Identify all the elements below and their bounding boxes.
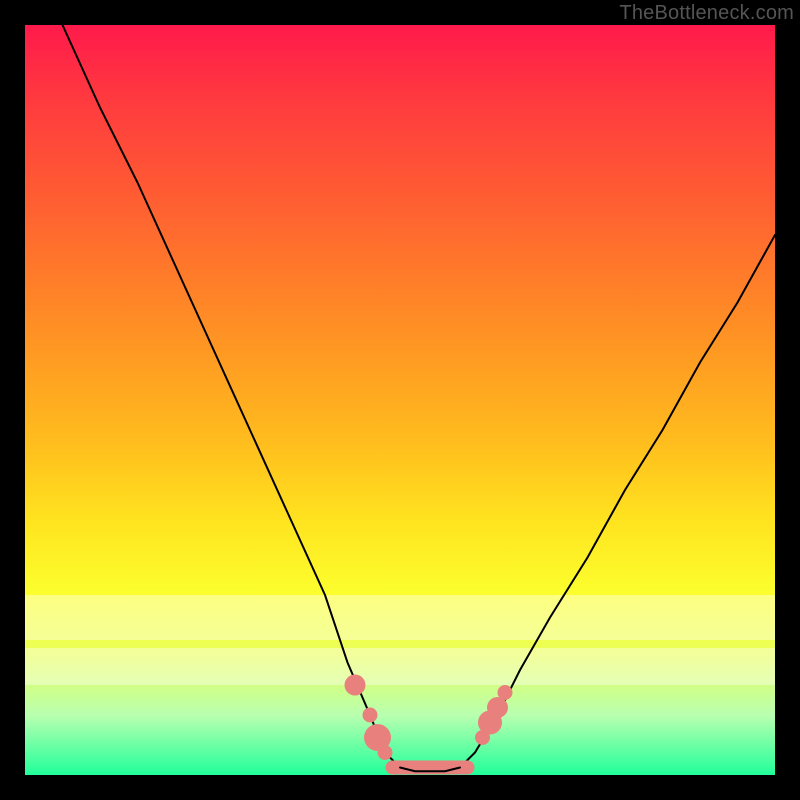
curve-marker (363, 708, 378, 723)
curve-marker (345, 675, 366, 696)
curve-marker (498, 685, 513, 700)
curve-marker (487, 697, 508, 718)
bottleneck-curve (25, 25, 775, 775)
chart-frame: TheBottleneck.com (0, 0, 800, 800)
curve-left-branch (63, 25, 401, 768)
curve-marker (378, 745, 393, 760)
plot-area (25, 25, 775, 775)
attribution-text: TheBottleneck.com (619, 2, 794, 25)
